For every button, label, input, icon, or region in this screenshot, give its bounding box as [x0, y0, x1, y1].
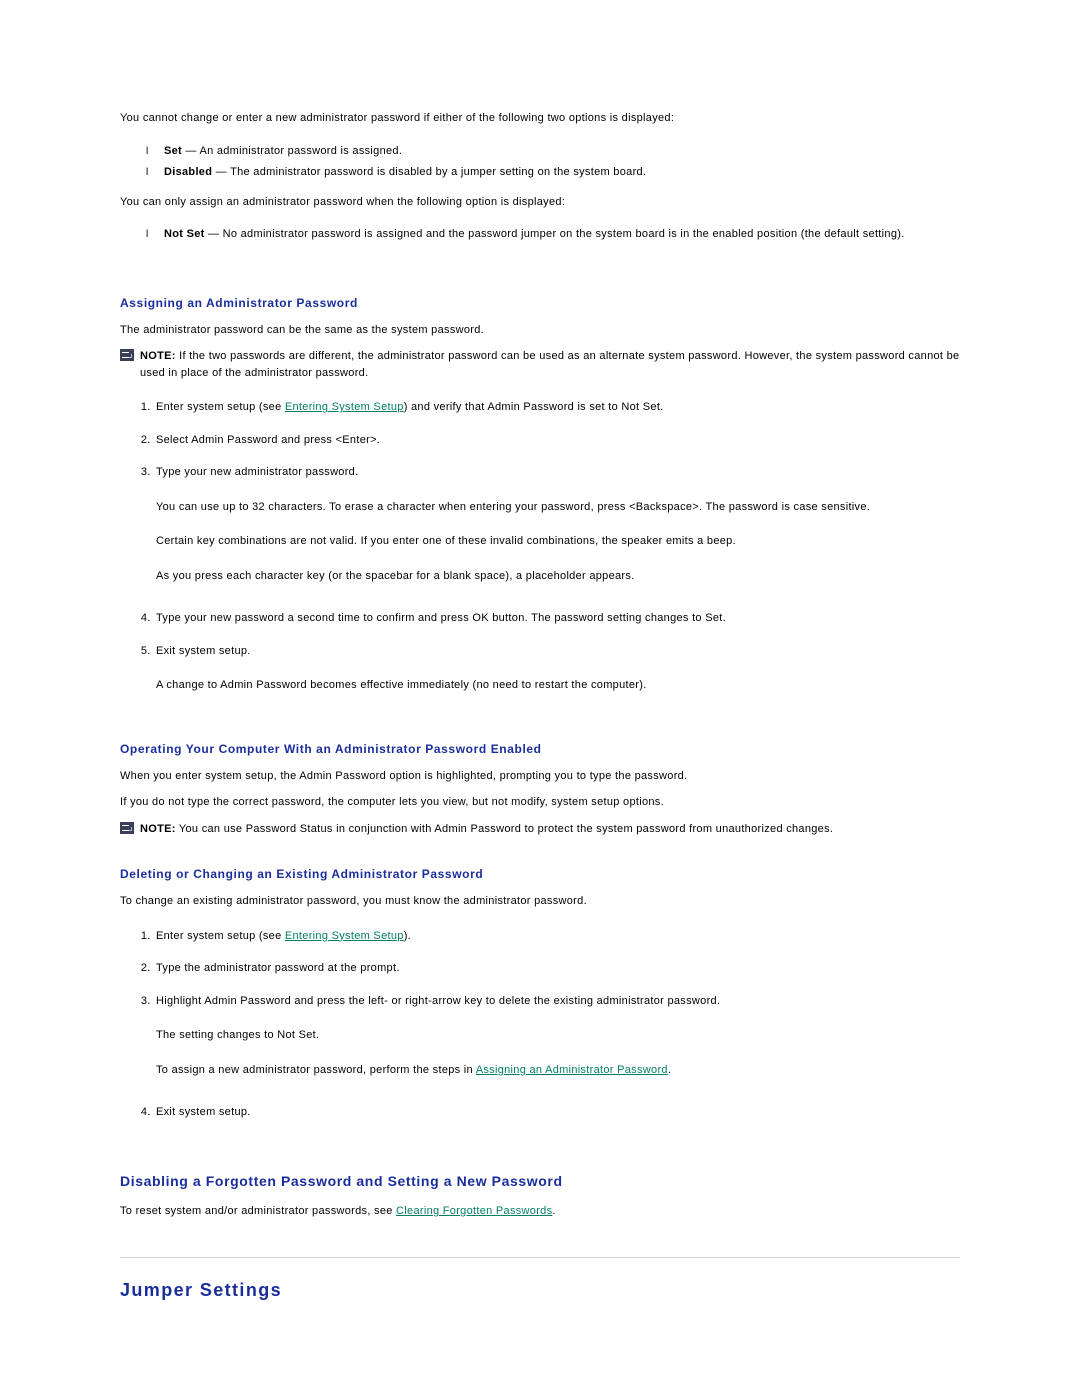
deleting-steps: Enter system setup (see Entering System …: [120, 920, 960, 1129]
step-subtext: Certain key combinations are not valid. …: [156, 533, 960, 550]
step-subtext: The setting changes to Not Set.: [156, 1027, 960, 1044]
note-icon: [120, 822, 134, 834]
step-item: Type your new password a second time to …: [154, 602, 960, 635]
operating-p2: If you do not type the correct password,…: [120, 794, 960, 811]
bullet-icon: l: [146, 144, 156, 160]
note-label: NOTE:: [140, 350, 176, 362]
step-text: Enter system setup (see Entering System …: [156, 401, 664, 413]
deleting-intro: To change an existing administrator pass…: [120, 893, 960, 910]
step-subtext: You can use up to 32 characters. To eras…: [156, 499, 960, 516]
note-assigning: NOTE: If the two passwords are different…: [120, 348, 960, 381]
step-item: Enter system setup (see Entering System …: [154, 920, 960, 953]
link-assigning-admin-password[interactable]: Assigning an Administrator Password: [476, 1064, 668, 1076]
section-divider: [120, 1257, 960, 1258]
bullet-icon: l: [146, 227, 156, 243]
step-subtext: To assign a new administrator password, …: [156, 1062, 960, 1079]
heading-deleting: Deleting or Changing an Existing Adminis…: [120, 867, 960, 881]
list-item: l Not Set — No administrator password is…: [146, 224, 960, 246]
assigning-intro: The administrator password can be the sa…: [120, 322, 960, 339]
link-entering-system-setup[interactable]: Entering System Setup: [285, 401, 404, 413]
step-text: Type your new administrator password.: [156, 466, 358, 478]
document-page: You cannot change or enter a new adminis…: [0, 0, 1080, 1361]
intro-only-assign: You can only assign an administrator pas…: [120, 194, 960, 211]
note-text: You can use Password Status in conjuncti…: [176, 823, 834, 835]
list-text: Not Set — No administrator password is a…: [164, 226, 905, 244]
disabling-text: To reset system and/or administrator pas…: [120, 1203, 960, 1220]
list-text: Set — An administrator password is assig…: [164, 143, 402, 161]
step-subtext: A change to Admin Password becomes effec…: [156, 677, 960, 694]
heading-disabling-forgotten: Disabling a Forgotten Password and Setti…: [120, 1173, 960, 1189]
note-body: NOTE: If the two passwords are different…: [140, 348, 960, 381]
link-clearing-forgotten-passwords[interactable]: Clearing Forgotten Passwords: [396, 1205, 552, 1217]
link-entering-system-setup[interactable]: Entering System Setup: [285, 930, 404, 942]
list-item: l Disabled — The administrator password …: [146, 162, 960, 184]
step-subtext: As you press each character key (or the …: [156, 568, 960, 585]
step-item: Exit system setup.: [154, 1096, 960, 1129]
step-text: Select Admin Password and press <Enter>.: [156, 434, 380, 446]
note-label: NOTE:: [140, 823, 176, 835]
step-item: Highlight Admin Password and press the l…: [154, 985, 960, 1087]
step-item: Select Admin Password and press <Enter>.: [154, 424, 960, 457]
operating-p1: When you enter system setup, the Admin P…: [120, 768, 960, 785]
step-item: Enter system setup (see Entering System …: [154, 391, 960, 424]
list-item: l Set — An administrator password is ass…: [146, 141, 960, 163]
note-body: NOTE: You can use Password Status in con…: [140, 821, 960, 838]
step-text: Exit system setup.: [156, 645, 251, 657]
intro-cannot-change: You cannot change or enter a new adminis…: [120, 110, 960, 127]
heading-operating: Operating Your Computer With an Administ…: [120, 742, 960, 756]
intro-options-list: l Set — An administrator password is ass…: [120, 137, 960, 194]
list-text: Disabled — The administrator password is…: [164, 164, 646, 182]
bullet-icon: l: [146, 165, 156, 181]
note-icon: [120, 349, 134, 361]
step-item: Type the administrator password at the p…: [154, 952, 960, 985]
note-text: If the two passwords are different, the …: [140, 350, 959, 379]
heading-assigning: Assigning an Administrator Password: [120, 296, 960, 310]
note-operating: NOTE: You can use Password Status in con…: [120, 821, 960, 838]
step-item: Type your new administrator password. Yo…: [154, 456, 960, 592]
heading-jumper-settings: Jumper Settings: [120, 1280, 960, 1301]
assigning-steps: Enter system setup (see Entering System …: [120, 391, 960, 702]
step-text: Type the administrator password at the p…: [156, 962, 400, 974]
step-text: Highlight Admin Password and press the l…: [156, 995, 720, 1007]
step-item: Exit system setup. A change to Admin Pas…: [154, 635, 960, 702]
step-text: Type your new password a second time to …: [156, 612, 726, 624]
step-text: Enter system setup (see Entering System …: [156, 930, 411, 942]
step-text: Exit system setup.: [156, 1106, 251, 1118]
intro-options-list-2: l Not Set — No administrator password is…: [120, 220, 960, 256]
